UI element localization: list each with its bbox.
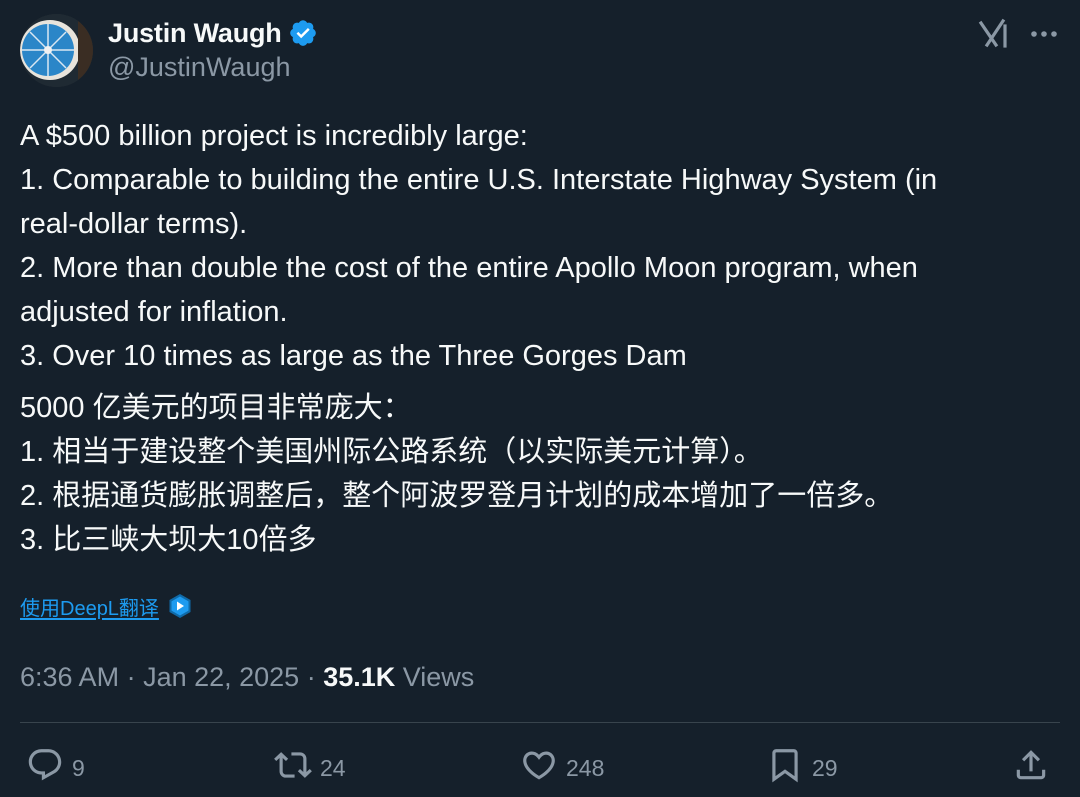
author-display-name[interactable]: Justin Waugh	[108, 18, 282, 49]
reply-count: 9	[72, 754, 85, 781]
reply-icon	[26, 746, 64, 790]
repost-icon	[274, 746, 312, 790]
share-button[interactable]	[1012, 746, 1050, 790]
tweet-line-zh-3: 2. 根据通货膨胀调整后，整个阿波罗登月计划的成本增加了一倍多。	[20, 480, 894, 512]
repost-button[interactable]: 24	[274, 746, 346, 790]
views-count: 35.1K	[323, 661, 396, 692]
share-icon	[1012, 746, 1050, 790]
tweet-line-en-3: real-dollar terms).	[20, 208, 248, 240]
tweet-line-zh-1: 5000 亿美元的项目非常庞大：	[20, 392, 412, 424]
tweet-line-en-5: adjusted for inflation.	[20, 296, 288, 328]
like-count: 248	[566, 754, 605, 781]
bookmark-button[interactable]: 29	[766, 746, 838, 790]
tweet-line-en-2: 1. Comparable to building the entire U.S…	[20, 164, 938, 196]
grok-icon[interactable]	[974, 14, 1014, 54]
like-icon	[520, 746, 558, 790]
tweet-line-zh-4: 3. 比三峡大坝大10倍多	[20, 524, 317, 556]
meta-separator: ·	[119, 661, 144, 692]
tweet-date[interactable]: Jan 22, 2025	[143, 662, 299, 693]
tweet-header: Justin Waugh @JustinWaugh	[0, 0, 1080, 100]
bookmark-icon	[766, 746, 804, 790]
views-label: Views	[395, 661, 475, 692]
repost-count: 24	[320, 754, 346, 781]
tweet-line-zh-2: 1. 相当于建设整个美国州际公路系统（以实际美元计算）。	[20, 436, 763, 468]
deepl-icon[interactable]	[167, 593, 193, 619]
bookmark-count: 29	[812, 754, 838, 781]
translate-row: 使用DeepL翻译	[20, 590, 193, 622]
divider	[20, 722, 1060, 723]
meta-separator: ·	[299, 661, 324, 692]
avatar[interactable]	[20, 14, 93, 87]
tweet-meta: 6:36 AM · Jan 22, 2025 · 35.1K Views	[20, 658, 474, 696]
author-handle[interactable]: @JustinWaugh	[108, 52, 291, 83]
reply-button[interactable]: 9	[26, 746, 85, 790]
tweet-line-en-6: 3. Over 10 times as large as the Three G…	[20, 340, 687, 372]
more-icon[interactable]	[1024, 14, 1064, 54]
tweet-line-en-1: A $500 billion project is incredibly lar…	[20, 120, 528, 152]
like-button[interactable]: 248	[520, 746, 604, 790]
translate-link[interactable]: 使用DeepL翻译	[20, 592, 159, 621]
tweet-text: A $500 billion project is incredibly lar…	[20, 114, 1060, 562]
verified-badge-icon	[288, 18, 318, 48]
tweet-line-en-4: 2. More than double the cost of the enti…	[20, 252, 918, 284]
tweet-time[interactable]: 6:36 AM	[20, 662, 119, 693]
